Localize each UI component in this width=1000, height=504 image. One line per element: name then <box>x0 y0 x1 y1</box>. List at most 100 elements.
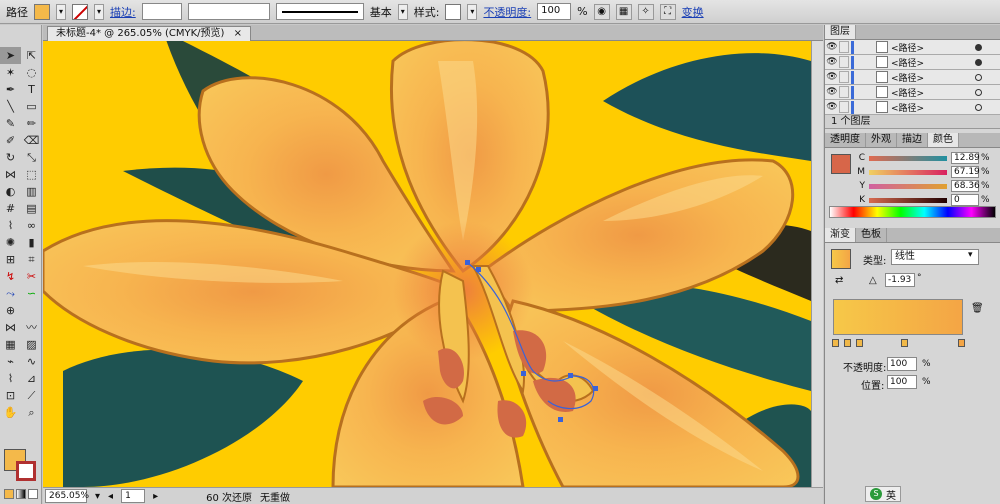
ime-indicator[interactable]: S 英 <box>865 486 901 502</box>
align-icon[interactable]: ▦ <box>615 3 632 20</box>
magic-wand-tool-icon[interactable]: ✶ <box>0 64 21 81</box>
paintbrush-tool-icon[interactable]: ✎ <box>0 115 21 132</box>
style-swatch[interactable] <box>445 3 462 20</box>
stroke-dropdown-arrow[interactable]: ▾ <box>94 3 104 20</box>
symbol-sprayer-tool-icon[interactable]: ✺ <box>0 234 21 251</box>
target-icon[interactable] <box>975 43 982 51</box>
zoom-dropdown-arrow[interactable]: ▾ <box>95 491 100 502</box>
target-icon[interactable] <box>975 103 982 111</box>
gradient-stop[interactable] <box>832 339 839 347</box>
magenta-input[interactable]: 67.19 <box>951 166 980 178</box>
variable-width-select[interactable] <box>187 3 270 20</box>
gradient-stop[interactable] <box>901 339 908 347</box>
measure-tool-icon[interactable]: ⊿ <box>21 370 42 387</box>
chevron-down-icon[interactable]: ▾ <box>968 250 973 260</box>
tab-stroke[interactable]: 描边 <box>897 133 928 147</box>
layer-row[interactable]: 👁 <路径> <box>825 70 1000 85</box>
magenta-slider[interactable] <box>869 169 947 175</box>
tab-gradient[interactable]: 渐变 <box>825 228 856 242</box>
perspective-grid-tool-icon[interactable]: ▥ <box>21 183 42 200</box>
recolor-icon[interactable]: ◉ <box>593 3 610 20</box>
opacity-link[interactable]: 不透明度: <box>483 4 531 20</box>
gradient-stop[interactable] <box>856 339 863 347</box>
zigzag-tool-icon[interactable]: ⌁ <box>0 353 21 370</box>
knife-tool-icon[interactable]: ↯ <box>0 268 21 285</box>
reverse-gradient-icon[interactable]: ⇄ <box>835 275 843 286</box>
fill-dropdown-arrow[interactable]: ▾ <box>56 3 66 20</box>
tab-layers[interactable]: 图层 <box>825 25 856 39</box>
delete-stop-icon[interactable]: 🗑 <box>971 303 984 314</box>
black-slider[interactable] <box>869 197 947 203</box>
scissors-tool-icon[interactable]: ✂ <box>21 268 42 285</box>
lock-toggle[interactable] <box>839 86 849 98</box>
gradient-tool-icon[interactable]: ▤ <box>21 200 42 217</box>
wave-tool-icon[interactable]: ∿ <box>21 353 42 370</box>
stroke-swatch[interactable] <box>72 3 88 20</box>
graph-tool-icon[interactable]: ▦ <box>0 336 21 353</box>
eye-icon[interactable]: 👁 <box>825 42 839 52</box>
stroke-color-box[interactable] <box>16 461 36 481</box>
cyan-input[interactable]: 12.89 <box>951 152 980 164</box>
lock-toggle[interactable] <box>839 71 849 83</box>
yellow-input[interactable]: 68.36 <box>951 180 980 192</box>
pencil-tool-icon[interactable]: ✏ <box>21 115 42 132</box>
mesh-tool-icon[interactable]: # <box>0 200 21 217</box>
gradient-stop[interactable] <box>844 339 851 347</box>
document-tab[interactable]: 未标题-4* @ 265.05% (CMYK/预览) × <box>47 26 252 41</box>
artboard-canvas[interactable] <box>43 41 811 487</box>
tab-transparency[interactable]: 透明度 <box>825 133 866 147</box>
next-artboard-icon[interactable]: ▸ <box>153 491 158 502</box>
isolate-icon[interactable]: ✧ <box>637 3 654 20</box>
pen2-tool-icon[interactable]: ⟋ <box>21 387 42 404</box>
cyan-slider[interactable] <box>869 155 947 161</box>
layer-row[interactable]: 👁 <路径> <box>825 100 1000 115</box>
selection-tool-icon[interactable]: ➤ <box>0 47 21 64</box>
zoom-field[interactable]: 265.05% <box>45 489 89 503</box>
target-icon[interactable] <box>975 88 982 96</box>
black-input[interactable]: 0 <box>951 194 979 206</box>
brush-definition-preview[interactable] <box>275 3 364 20</box>
vertical-scrollbar[interactable] <box>811 41 823 487</box>
none-mode-button[interactable] <box>28 489 38 499</box>
opacity-input[interactable]: 100 <box>537 3 572 20</box>
lock-toggle[interactable] <box>839 41 849 53</box>
line-tool-icon[interactable]: ╲ <box>0 98 21 115</box>
blend-tool-icon[interactable]: ∞ <box>21 217 42 234</box>
prev-artboard-icon[interactable]: ◂ <box>108 491 113 502</box>
type-tool-icon[interactable]: T <box>21 81 42 98</box>
gradient-location-input[interactable]: 100 <box>887 375 917 389</box>
artboard-tool-icon[interactable]: ⊞ <box>0 251 21 268</box>
lasso-tool-icon[interactable]: ◌ <box>21 64 42 81</box>
rotate-tool-icon[interactable]: ↻ <box>0 149 21 166</box>
eye-icon[interactable]: 👁 <box>825 72 839 82</box>
transform-icon[interactable]: ⛶ <box>659 3 676 20</box>
transform-link[interactable]: 变换 <box>682 4 704 20</box>
smooth-tool-icon[interactable]: ∽ <box>21 285 42 302</box>
twirl-tool-icon[interactable]: 〰 <box>21 319 42 336</box>
gradient-stop[interactable] <box>958 339 965 347</box>
slice-tool-icon[interactable]: ⌗ <box>21 251 42 268</box>
style-dropdown-arrow[interactable]: ▾ <box>467 3 478 20</box>
crop-tool-icon[interactable]: ⊡ <box>0 387 21 404</box>
target-icon[interactable] <box>975 58 982 66</box>
color-spectrum-bar[interactable] <box>829 206 996 218</box>
gradient-opacity-input[interactable]: 100 <box>887 357 917 371</box>
lock-toggle[interactable] <box>839 101 849 113</box>
gradient-slider-bar[interactable] <box>833 299 963 335</box>
close-icon[interactable]: × <box>234 28 242 39</box>
fill-swatch[interactable] <box>34 3 50 20</box>
eyedropper2-tool-icon[interactable]: ⌇ <box>0 370 21 387</box>
eyedropper-tool-icon[interactable]: ⌇ <box>0 217 21 234</box>
stroke-weight-input[interactable] <box>141 3 182 20</box>
gradient-mode-button[interactable] <box>16 489 26 499</box>
tab-swatches[interactable]: 色板 <box>856 228 887 242</box>
tab-color[interactable]: 颜色 <box>928 133 959 147</box>
direct-selection-tool-icon[interactable]: ⇱ <box>21 47 42 64</box>
curvature-tool-icon[interactable]: ⤳ <box>0 285 21 302</box>
target-icon[interactable] <box>975 73 982 81</box>
layer-row[interactable]: 👁 <路径> <box>825 40 1000 55</box>
brush-dropdown-arrow[interactable]: ▾ <box>397 3 408 20</box>
layer-row[interactable]: 👁 <路径> <box>825 85 1000 100</box>
pen-tool-icon[interactable]: ✒ <box>0 81 21 98</box>
blob-brush-tool-icon[interactable]: ✐ <box>0 132 21 149</box>
